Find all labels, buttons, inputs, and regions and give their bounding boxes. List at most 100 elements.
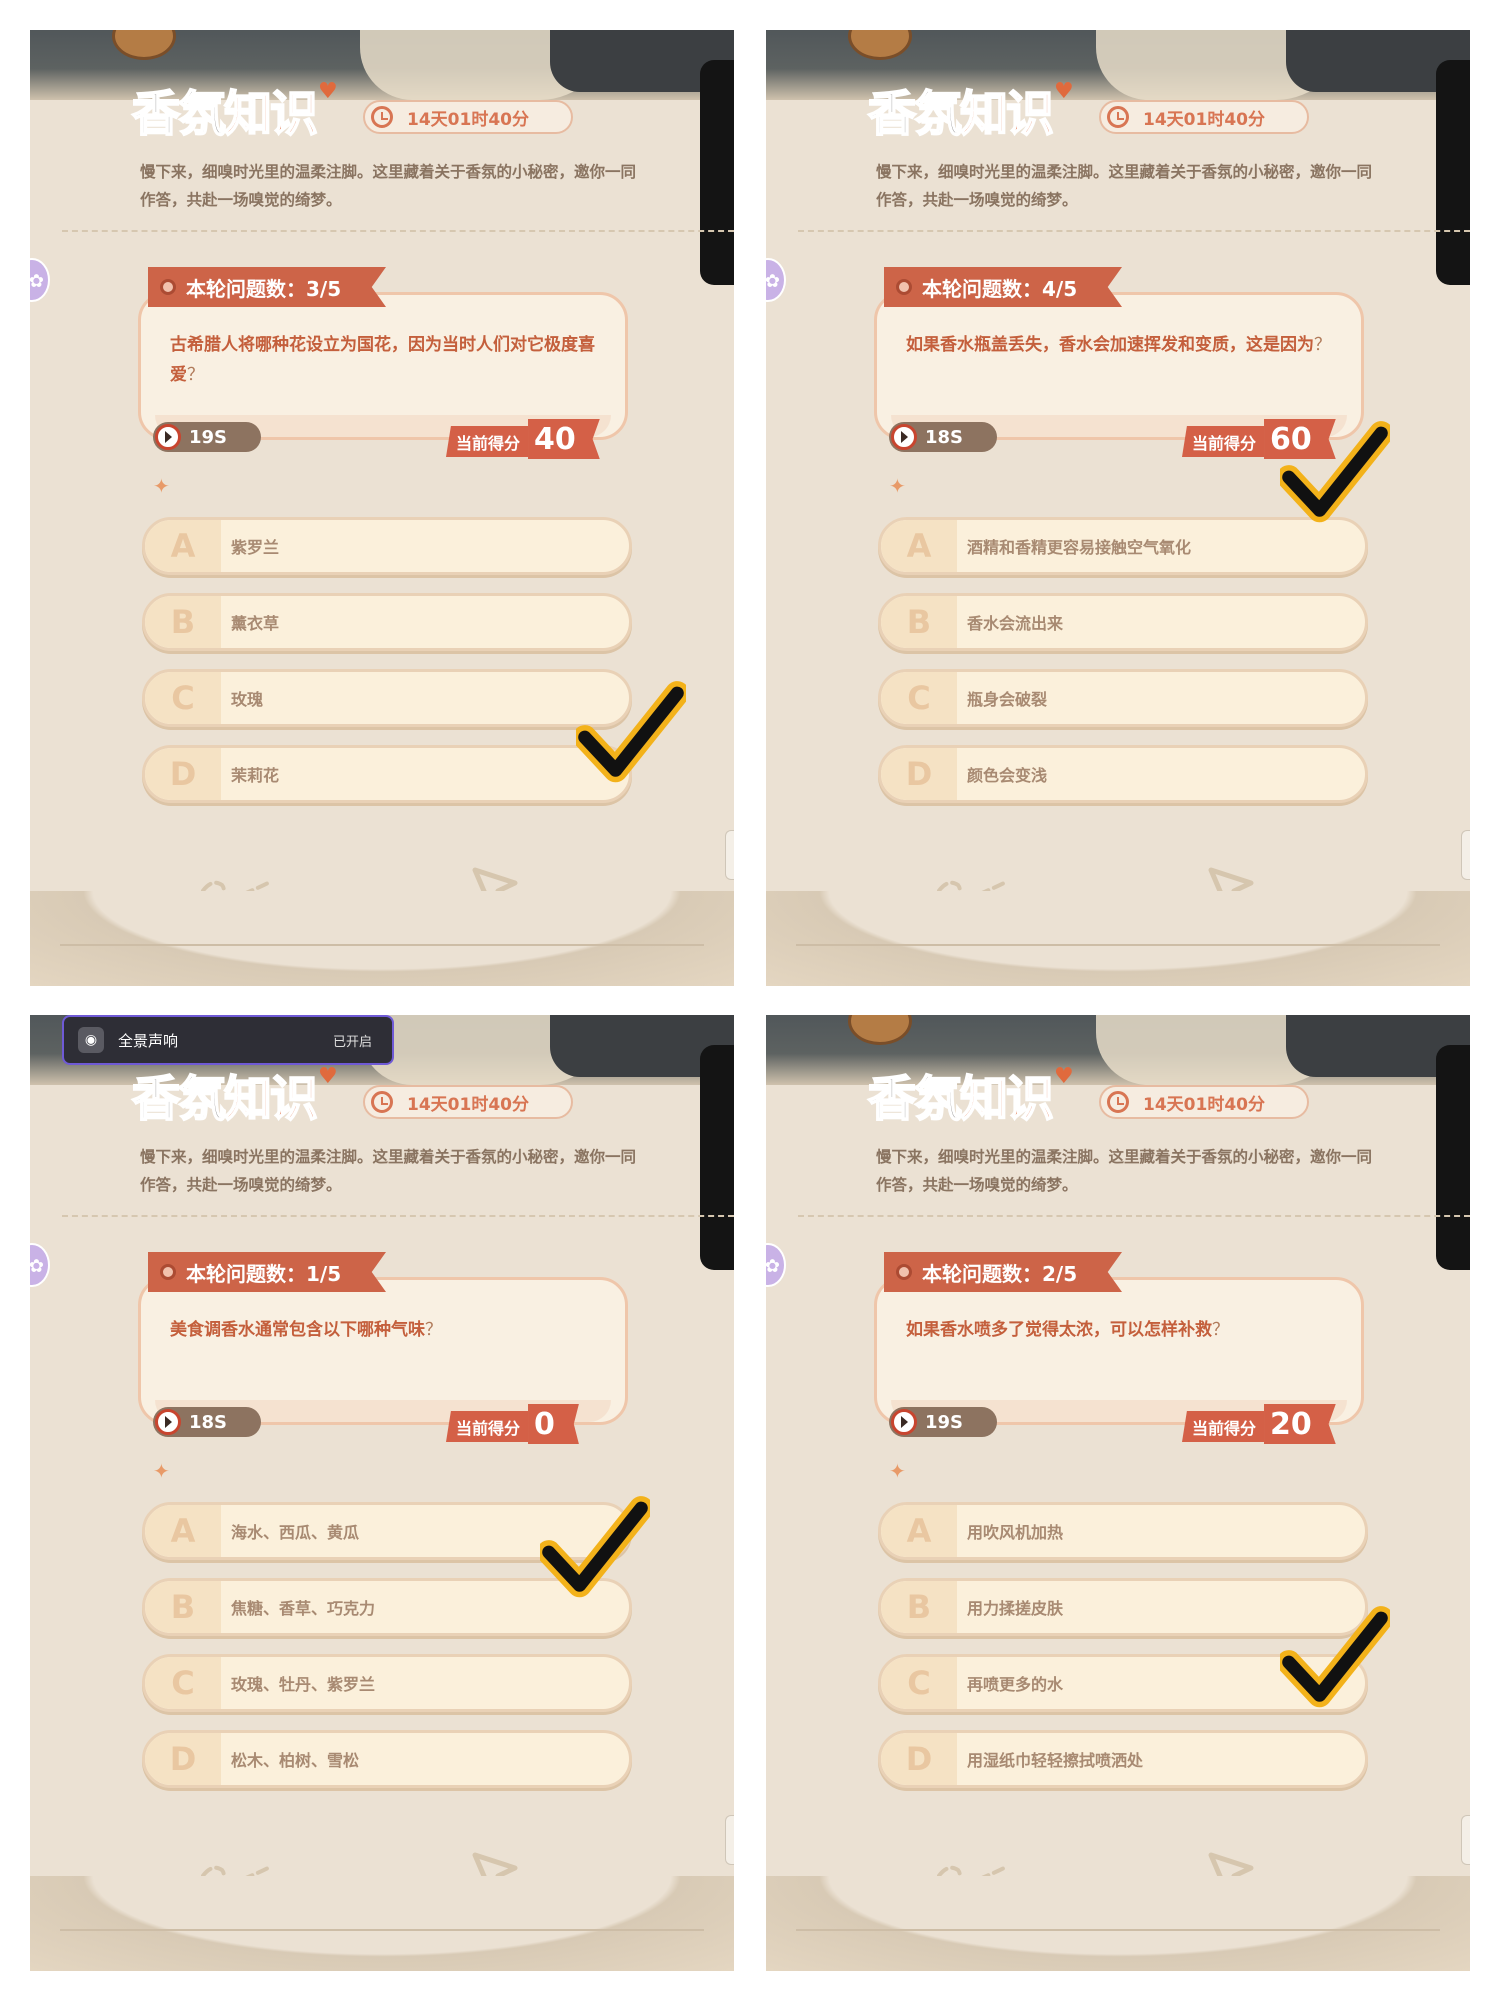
question-text: 古希腊人将哪种花设立为国花，因为当时人们对它极度喜爱？ <box>170 330 600 390</box>
option-text: 瓶身会破裂 <box>967 690 1048 709</box>
option-c-button[interactable]: C 玫瑰、牡丹、紫罗兰 <box>142 1654 632 1712</box>
option-letter: B <box>145 596 221 648</box>
audio-status: 已开启 <box>332 1034 372 1050</box>
option-letter: A <box>145 1505 221 1557</box>
bunny-avatar-icon[interactable]: ✿ <box>766 1243 786 1287</box>
side-pull-tab[interactable] <box>725 1815 734 1865</box>
sparkle-icon: ✦ <box>153 474 170 498</box>
checkmark-icon <box>540 1496 650 1598</box>
seconds-remaining: 18S <box>889 422 997 452</box>
score-label: 当前得分 <box>446 426 529 457</box>
clock-icon <box>371 106 393 128</box>
option-letter: D <box>881 748 957 800</box>
gear-icon <box>896 279 912 295</box>
option-text: 香水会流出来 <box>967 614 1064 633</box>
heart-icon: ♥ <box>318 1064 338 1089</box>
gear-icon <box>160 1264 176 1280</box>
side-overlay-bar <box>700 1045 734 1270</box>
question-body: 美食调香水通常包含以下哪种气味 <box>170 1320 425 1340</box>
audio-label: 全景声响 <box>118 1031 179 1050</box>
question-count-text: 本轮问题数：3/5 <box>186 276 342 301</box>
option-letter: A <box>881 1505 957 1557</box>
event-countdown: 14天01时40分 <box>1099 1085 1309 1119</box>
page-title: 香氛 知识 ♥ <box>131 1057 338 1129</box>
question-count-badge: 本轮问题数：1/5 <box>148 1252 386 1292</box>
current-score: 当前得分 0 <box>446 1404 618 1444</box>
option-text: 再喷更多的水 <box>967 1675 1064 1694</box>
option-letter: D <box>145 748 221 800</box>
title-part-2: 知识 <box>959 1070 1055 1128</box>
intro-text: 慢下来，细嗅时光里的温柔注脚。这里藏着关于香氛的小秘密，邀你一同作答，共赴一场嗅… <box>140 1148 637 1194</box>
option-letter: C <box>145 1657 221 1709</box>
option-text: 茉莉花 <box>231 766 280 785</box>
option-text: 玫瑰 <box>231 690 264 709</box>
question-card <box>874 1277 1364 1425</box>
event-countdown: 14天01时40分 <box>363 100 573 134</box>
option-text: 薰衣草 <box>231 614 280 633</box>
bunny-avatar-icon[interactable]: ✿ <box>766 258 786 302</box>
page-title: 香氛 知识 ♥ <box>867 72 1074 144</box>
heart-icon: ♥ <box>318 79 338 104</box>
countdown-text: 14天01时40分 <box>407 109 529 130</box>
option-a-button[interactable]: A 用吹风机加热 <box>878 1502 1368 1560</box>
option-letter: B <box>881 596 957 648</box>
intro-text: 慢下来，细嗅时光里的温柔注脚。这里藏着关于香氛的小秘密，邀你一同作答，共赴一场嗅… <box>876 1148 1373 1194</box>
question-count-badge: 本轮问题数：3/5 <box>148 267 386 307</box>
option-letter: D <box>145 1733 221 1785</box>
option-text: 玫瑰、牡丹、紫罗兰 <box>231 1675 376 1694</box>
title-part-2: 知识 <box>959 85 1055 143</box>
clock-icon <box>371 1091 393 1113</box>
quiz-panel-3: ✿ 香氛 知识 ♥ 14天01时40分 慢下来，细嗅时光里的温柔注脚。这里藏着关… <box>30 1015 734 1971</box>
stopwatch-icon <box>891 1409 917 1435</box>
side-pull-tab[interactable] <box>1461 830 1470 880</box>
bottom-ornament-line <box>60 944 704 946</box>
option-letter: B <box>145 1581 221 1633</box>
side-pull-tab[interactable] <box>725 830 734 880</box>
option-b-button[interactable]: B 薰衣草 <box>142 593 632 651</box>
question-body: 古希腊人将哪种花设立为国花，因为当时人们对它极度喜爱 <box>170 335 595 385</box>
bottom-ornament-frame <box>30 1876 734 1971</box>
option-text: 海水、西瓜、黄瓜 <box>231 1523 360 1542</box>
bottom-ornament-line <box>796 944 1440 946</box>
countdown-text: 14天01时40分 <box>1143 109 1265 130</box>
event-countdown: 14天01时40分 <box>1099 100 1309 134</box>
checkmark-icon <box>576 681 686 783</box>
question-body: 如果香水瓶盖丢失，香水会加速挥发和变质，这是因为 <box>906 335 1314 355</box>
bunny-avatar-icon[interactable]: ✿ <box>30 1243 50 1287</box>
question-card <box>874 292 1364 440</box>
option-a-button[interactable]: A 紫罗兰 <box>142 517 632 575</box>
option-d-button[interactable]: D 颜色会变浅 <box>878 745 1368 803</box>
side-pull-tab[interactable] <box>1461 1815 1470 1865</box>
option-d-button[interactable]: D 茉莉花 <box>142 745 632 803</box>
seconds-text: 19S <box>925 1411 964 1433</box>
question-count-badge: 本轮问题数：4/5 <box>884 267 1122 307</box>
dashed-divider <box>62 1215 734 1217</box>
current-score: 当前得分 40 <box>446 419 618 459</box>
question-body: 如果香水喷多了觉得太浓，可以怎样补救 <box>906 1320 1212 1340</box>
option-letter: C <box>145 672 221 724</box>
sparkle-icon: ✦ <box>153 1459 170 1483</box>
sparkle-icon: ✦ <box>889 474 906 498</box>
question-text: 如果香水瓶盖丢失，香水会加速挥发和变质，这是因为？ <box>906 330 1336 360</box>
title-part-1: 香氛 <box>867 85 963 143</box>
title-part-1: 香氛 <box>867 1070 963 1128</box>
bunny-avatar-icon[interactable]: ✿ <box>30 258 50 302</box>
option-d-button[interactable]: D 用湿纸巾轻轻擦拭喷洒处 <box>878 1730 1368 1788</box>
intro-text: 慢下来，细嗅时光里的温柔注脚。这里藏着关于香氛的小秘密，邀你一同作答，共赴一场嗅… <box>140 163 637 209</box>
stopwatch-icon <box>155 424 181 450</box>
question-card <box>138 1277 628 1425</box>
page-title: 香氛 知识 ♥ <box>867 1057 1074 1129</box>
option-c-button[interactable]: C 玫瑰 <box>142 669 632 727</box>
gear-icon <box>896 1264 912 1280</box>
dashed-divider <box>798 230 1470 232</box>
seconds-remaining: 19S <box>889 1407 997 1437</box>
score-value: 20 <box>1264 1404 1336 1444</box>
option-b-button[interactable]: B 香水会流出来 <box>878 593 1368 651</box>
title-part-2: 知识 <box>223 1070 319 1128</box>
bottom-ornament-line <box>796 1929 1440 1931</box>
checkmark-icon <box>1280 421 1390 523</box>
title-part-2: 知识 <box>223 85 319 143</box>
question-count-text: 本轮问题数：4/5 <box>922 276 1078 301</box>
option-d-button[interactable]: D 松木、柏树、雪松 <box>142 1730 632 1788</box>
option-c-button[interactable]: C 瓶身会破裂 <box>878 669 1368 727</box>
